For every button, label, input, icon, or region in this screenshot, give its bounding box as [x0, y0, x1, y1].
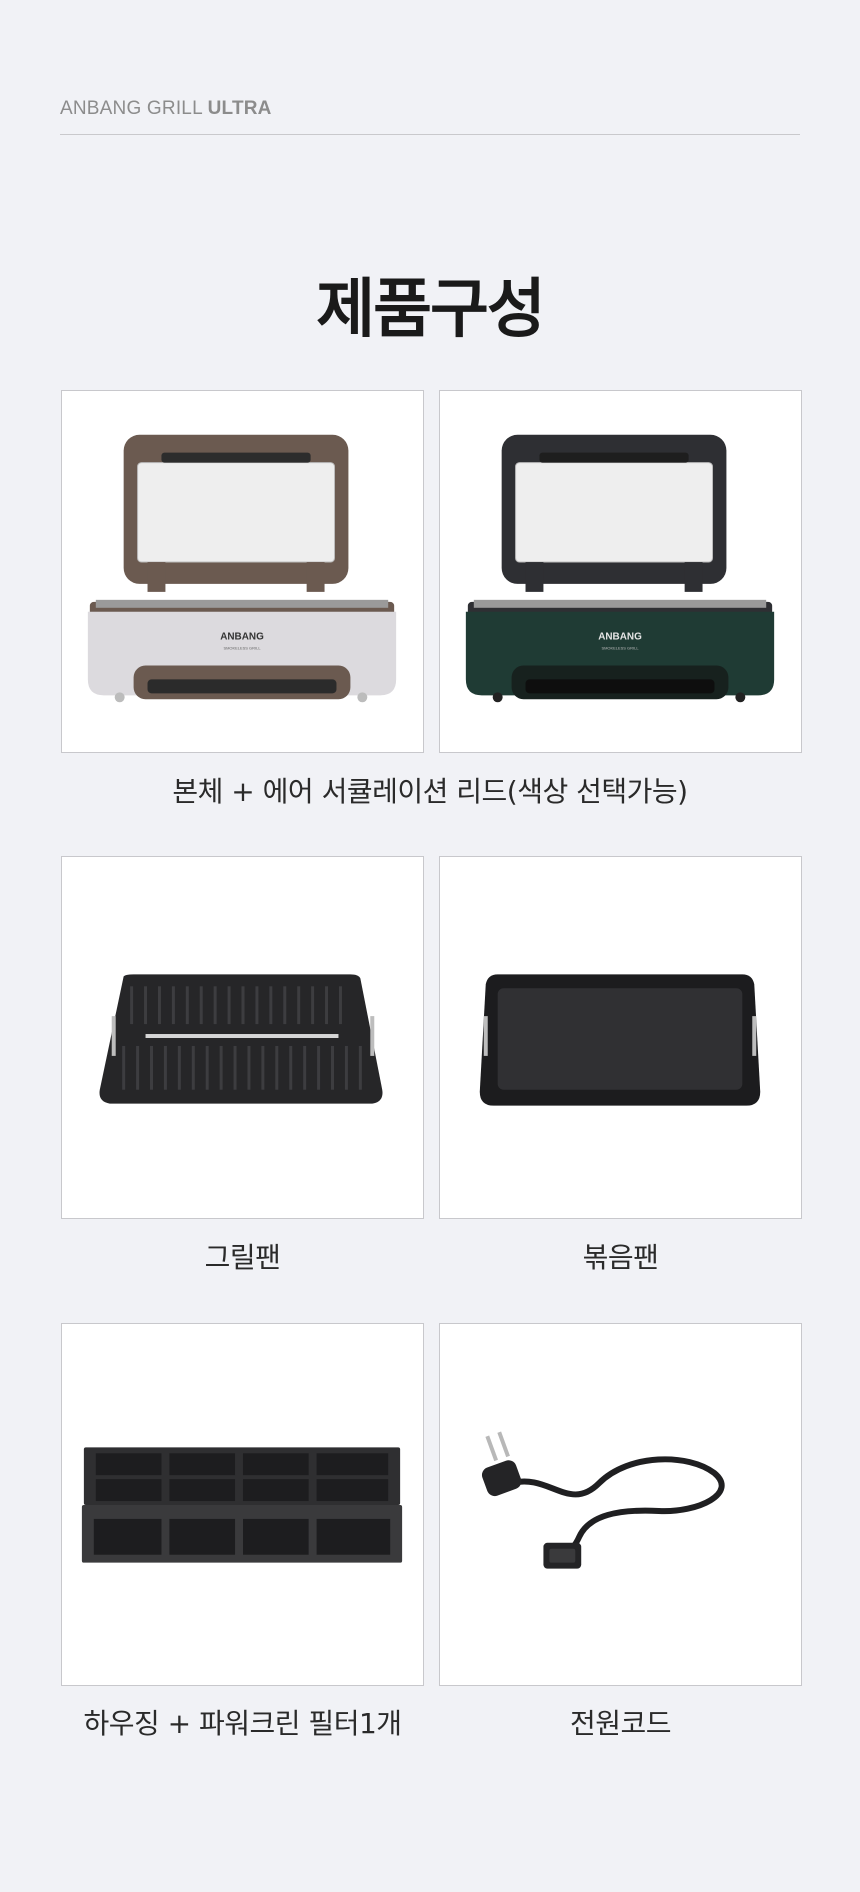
- fry-pan-caption: 볶음팬: [582, 1241, 659, 1274]
- power-cord-card: [439, 1323, 802, 1686]
- grill-white-card: ANBANG SMOKELESS GRILL: [61, 390, 424, 753]
- power-cord-image: [481, 1431, 725, 1569]
- grill-pan-card: [61, 856, 424, 1219]
- foot-left: [492, 692, 503, 703]
- brand-prefix: ANBANG GRILL: [60, 98, 203, 119]
- filter-card: [61, 1323, 424, 1686]
- pan-handle-right: [370, 1016, 375, 1056]
- body-grate: [473, 599, 767, 608]
- lid-handle: [161, 452, 311, 463]
- pan-handle-right: [752, 1016, 757, 1056]
- body-logo: ANBANG: [598, 632, 642, 643]
- page-title: 제품구성: [316, 273, 546, 347]
- body-sub-logo: SMOKELESS GRILL: [601, 646, 639, 651]
- filter-housing-image: [81, 1447, 403, 1563]
- pan-handle-left: [483, 1016, 488, 1056]
- hinge-left: [147, 562, 166, 592]
- filter-caption: 하우징 + 파워크린 필터1개: [83, 1707, 402, 1740]
- fry-pan-card: [439, 856, 802, 1219]
- brand-strong: ULTRA: [207, 98, 272, 119]
- lid-handle: [539, 452, 689, 463]
- hinge-right: [306, 562, 325, 592]
- foot-right: [357, 692, 368, 703]
- foot-right: [735, 692, 746, 703]
- foot-left: [114, 692, 125, 703]
- hinge-left: [525, 562, 544, 592]
- body-grate: [95, 599, 389, 608]
- plug-head: [481, 1431, 522, 1497]
- drawer-slot: [147, 679, 337, 694]
- pan-surface: [497, 988, 743, 1090]
- connector-head: [543, 1542, 582, 1569]
- brand-label: ANBANG GRILL ULTRA: [60, 98, 272, 120]
- grill-green-card: ANBANG SMOKELESS GRILL: [439, 390, 802, 753]
- drawer-slot: [525, 679, 715, 694]
- pan-handle-left: [111, 1016, 116, 1056]
- power-cord-caption: 전원코드: [569, 1707, 672, 1740]
- grill-body-green-image: ANBANG SMOKELESS GRILL: [465, 434, 775, 703]
- lid-window: [515, 462, 713, 563]
- main-caption: 본체 + 에어 서큘레이션 리드(색상 선택가능): [172, 775, 688, 808]
- header-divider: [60, 134, 800, 135]
- fry-pan-image: [479, 974, 761, 1106]
- cord-cable: [508, 1456, 725, 1560]
- body-logo: ANBANG: [220, 632, 264, 643]
- hinge-right: [684, 562, 703, 592]
- grill-pan-caption: 그릴팬: [204, 1241, 281, 1274]
- lid-window: [137, 462, 335, 563]
- pan-center-slot: [145, 1034, 339, 1038]
- body-sub-logo: SMOKELESS GRILL: [223, 646, 261, 651]
- grill-pan-image: [99, 974, 383, 1104]
- grill-body-white-image: ANBANG SMOKELESS GRILL: [87, 434, 397, 703]
